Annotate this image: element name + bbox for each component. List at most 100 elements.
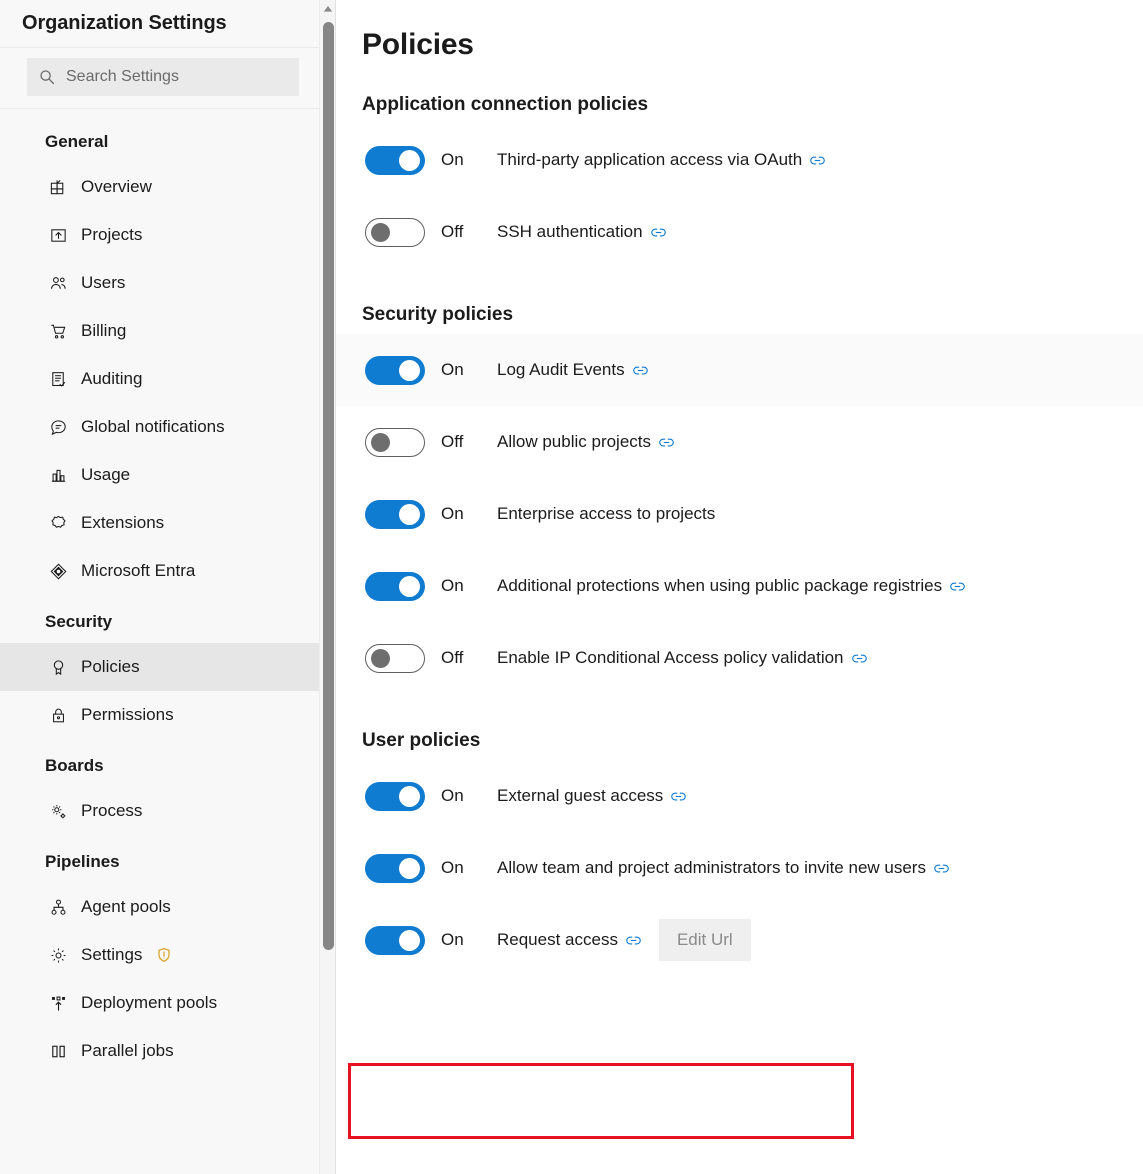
policy-row: On Allow team and project administrators… <box>336 832 1143 904</box>
toggle-enable-ip-conditional-access-policy-validation[interactable] <box>365 643 425 673</box>
toggle-third-party-application-access-via-oauth[interactable] <box>365 145 425 175</box>
policy-label: Third-party application access via OAuth <box>497 150 803 169</box>
toggle-log-audit-events[interactable] <box>365 355 425 385</box>
sidebar-item-label: Projects <box>81 225 143 244</box>
sidebar-item-deployment-pools[interactable]: Deployment pools <box>0 979 335 1027</box>
policy-row: On External guest access <box>336 760 1143 832</box>
sidebar-item-permissions[interactable]: Permissions <box>0 691 335 739</box>
toggle-knob <box>399 575 420 597</box>
policy-label-group: SSH authentication <box>497 222 666 242</box>
scroll-up-arrow-icon[interactable] <box>320 0 335 18</box>
policy-label-group: Allow public projects <box>497 432 674 452</box>
policy-label-group: External guest access <box>497 786 687 806</box>
sidebar-item-label: Microsoft Entra <box>81 561 196 580</box>
link-icon[interactable] <box>950 579 965 594</box>
sidebar-item-extensions[interactable]: Extensions <box>0 499 335 547</box>
deployment-pools-icon <box>49 994 68 1013</box>
notifications-icon <box>49 418 68 437</box>
toggle-enterprise-access-to-projects[interactable] <box>365 499 425 529</box>
sidebar-item-projects[interactable]: Projects <box>0 211 335 259</box>
edit-url-button[interactable]: Edit Url <box>658 919 751 961</box>
agent-pools-icon <box>49 898 68 917</box>
projects-icon <box>49 226 68 245</box>
link-icon[interactable] <box>671 789 687 804</box>
link-icon[interactable] <box>934 861 949 876</box>
search-input[interactable] <box>66 68 287 86</box>
toggle-ssh-authentication[interactable] <box>365 217 425 247</box>
toggle-state-label: Off <box>441 432 464 451</box>
microsoft-entra-icon <box>49 562 68 581</box>
sidebar-item-label: Usage <box>81 465 131 484</box>
policy-row: On Log Audit Events <box>336 334 1143 406</box>
link-icon[interactable] <box>659 435 674 450</box>
policies-ribbon-icon <box>49 658 68 677</box>
nav-group-title-security: Security <box>45 612 113 631</box>
toggle-external-guest-access[interactable] <box>365 781 425 811</box>
sidebar-item-process[interactable]: Process <box>0 787 335 835</box>
policy-label: Allow public projects <box>497 432 652 451</box>
sidebar-item-usage[interactable]: Usage <box>0 451 335 499</box>
policy-row: On Additional protections when using pub… <box>336 550 1143 622</box>
toggle-knob <box>371 648 390 668</box>
toggle-state-label: On <box>441 576 464 595</box>
settings-sidebar: Organization Settings General <box>0 0 336 1174</box>
sidebar-item-auditing[interactable]: Auditing <box>0 355 335 403</box>
sidebar-item-label: Policies <box>81 657 140 676</box>
toggle-allow-team-project-administrators-invite-new-users[interactable] <box>365 853 425 883</box>
sidebar-item-global-notifications[interactable]: Global notifications <box>0 403 335 451</box>
toggle-knob <box>399 929 420 951</box>
auditing-icon <box>49 370 68 389</box>
toggle-additional-protections-public-package-registries[interactable] <box>365 571 425 601</box>
policy-row: Off SSH authentication <box>336 196 1143 268</box>
toggle-state-label: Off <box>441 222 464 241</box>
sidebar-item-label: Parallel jobs <box>81 1041 174 1060</box>
billing-cart-icon <box>49 322 68 341</box>
link-icon[interactable] <box>632 363 648 378</box>
search-settings-container <box>0 48 335 109</box>
link-icon[interactable] <box>810 153 825 168</box>
sidebar-item-billing[interactable]: Billing <box>0 307 335 355</box>
policy-label: SSH authentication <box>497 222 643 241</box>
sidebar-title: Organization Settings <box>22 12 227 34</box>
policy-row: Off Enable IP Conditional Access policy … <box>336 622 1143 694</box>
toggle-request-access[interactable] <box>365 925 425 955</box>
sidebar-item-overview[interactable]: Overview <box>0 163 335 211</box>
search-icon <box>39 69 55 85</box>
toggle-allow-public-projects[interactable] <box>365 427 425 457</box>
sidebar-item-label: Agent pools <box>81 897 171 916</box>
toggle-state-label: On <box>441 150 464 169</box>
sidebar-nav: General Overview Projects Users Billing … <box>0 109 335 1075</box>
sidebar-item-microsoft-entra[interactable]: Microsoft Entra <box>0 547 335 595</box>
sidebar-item-policies[interactable]: Policies <box>0 643 335 691</box>
policy-label: Request access <box>497 930 618 949</box>
usage-chart-icon <box>49 466 68 485</box>
nav-group-title-general: General <box>45 132 109 151</box>
toggle-knob <box>399 503 420 525</box>
lock-icon <box>49 706 68 725</box>
sidebar-item-label: Users <box>81 273 126 292</box>
scrollbar-thumb[interactable] <box>323 22 334 950</box>
policy-label: External guest access <box>497 786 664 805</box>
policy-label-group: Enable IP Conditional Access policy vali… <box>497 648 867 668</box>
sidebar-item-settings[interactable]: Settings <box>0 931 335 979</box>
sidebar-item-agent-pools[interactable]: Agent pools <box>0 883 335 931</box>
policy-row: On Third-party application access via OA… <box>336 124 1143 196</box>
toggle-state-label: On <box>441 360 464 379</box>
search-settings-box[interactable] <box>27 58 299 96</box>
sidebar-scrollbar[interactable] <box>319 0 335 1174</box>
sidebar-item-parallel-jobs[interactable]: Parallel jobs <box>0 1027 335 1075</box>
link-icon[interactable] <box>851 651 867 666</box>
sidebar-item-users[interactable]: Users <box>0 259 335 307</box>
policy-label-group: Third-party application access via OAuth <box>497 150 825 170</box>
policy-label: Allow team and project administrators to… <box>497 858 926 877</box>
policy-row: Off Allow public projects <box>336 406 1143 478</box>
toggle-knob <box>399 785 420 807</box>
toggle-state-label: On <box>441 786 464 805</box>
link-icon[interactable] <box>626 933 641 948</box>
overview-icon <box>49 178 68 197</box>
extensions-icon <box>49 514 68 533</box>
sidebar-item-label: Deployment pools <box>81 993 218 1012</box>
policy-label-group: Log Audit Events <box>497 360 648 380</box>
parallel-jobs-icon <box>49 1042 68 1061</box>
link-icon[interactable] <box>650 225 666 240</box>
